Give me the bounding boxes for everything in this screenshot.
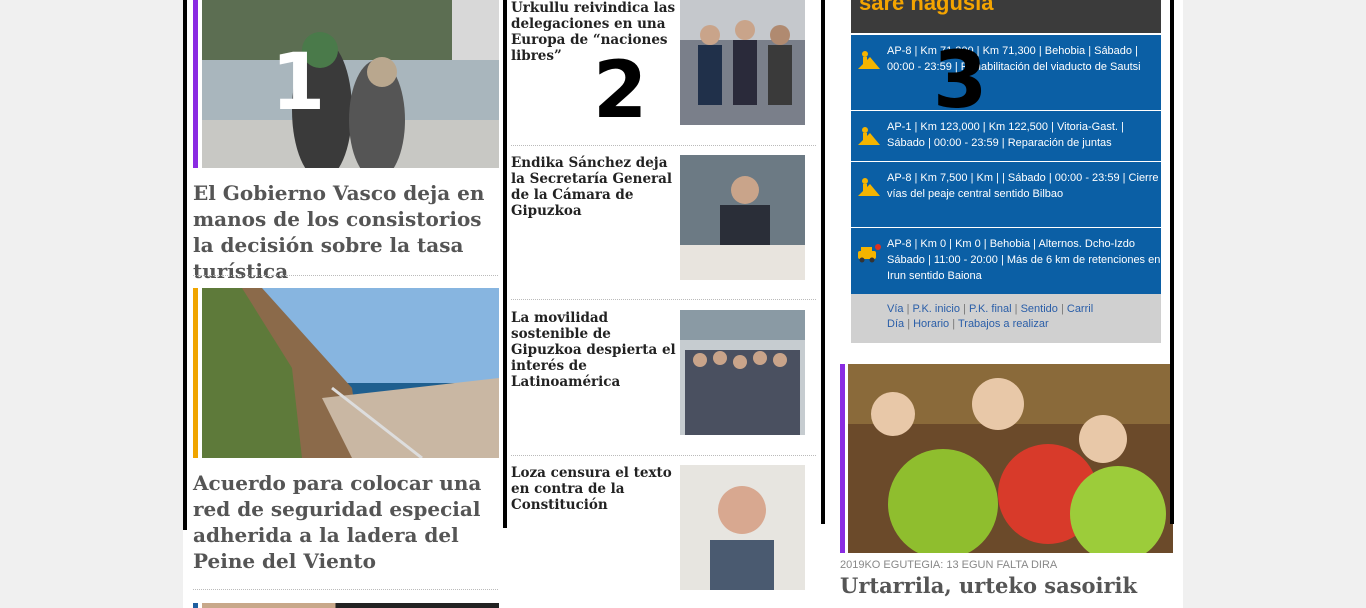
traffic-legend: Vía | P.K. inicio | P.K. final | Sentido… [851, 294, 1161, 343]
story-image-tourists[interactable] [202, 0, 499, 168]
feature-title[interactable]: Urtarrila, urteko sasoirik [840, 573, 1170, 599]
legend-carril: Carril [1066, 303, 1094, 315]
separator [193, 589, 498, 590]
accent-bar-blue [193, 603, 198, 608]
roadwork-icon [856, 125, 882, 147]
traffic-item-text: AP-8 | Km 0 | Km 0 | Behobia | Alternos.… [887, 238, 1161, 282]
traffic-item[interactable]: AP-8 | Km 71,300 | Km 71,300 | Behobia |… [851, 34, 1161, 110]
story-image-peine-del-viento[interactable] [202, 288, 499, 458]
movilidad-photo [680, 310, 805, 435]
story-image-movilidad[interactable] [680, 310, 805, 435]
middle-story-title-3[interactable]: La movilidad sostenible de Gipuzkoa desp… [511, 310, 676, 390]
caricature-illustration [848, 364, 1173, 553]
traffic-jam-icon [856, 242, 882, 264]
annotation-number-3: 3 [933, 36, 988, 126]
traffic-item-text: AP-8 | Km 7,500 | Km | | Sábado | 00:00 … [887, 172, 1159, 200]
left-story-title-2[interactable]: Acuerdo para colocar una red de segurida… [193, 470, 498, 574]
feature-image-caricature[interactable] [848, 364, 1173, 553]
separator [193, 275, 498, 276]
traffic-header: sare nagusia [851, 0, 1161, 33]
legend-via: Vía [887, 303, 904, 315]
annotation-bar [1170, 0, 1174, 524]
legend-row-1: Vía | P.K. inicio | P.K. final | Sentido… [887, 303, 1094, 315]
traffic-item[interactable]: AP-1 | Km 123,000 | Km 122,500 | Vitoria… [851, 110, 1161, 161]
middle-story-title-2[interactable]: Endika Sánchez deja la Secretaría Genera… [511, 155, 676, 219]
feature-kicker: 2019KO EGUTEGIA: 13 EGUN FALTA DIRA [840, 559, 1058, 571]
separator [511, 145, 816, 146]
annotation-number-1: 1 [271, 38, 326, 128]
cliff-photo [202, 288, 499, 458]
story-image-next[interactable] [202, 603, 499, 608]
annotation-bar [821, 0, 825, 524]
traffic-item[interactable]: AP-8 | Km 0 | Km 0 | Behobia | Alternos.… [851, 227, 1161, 294]
roadwork-icon [856, 49, 882, 71]
accent-bar-orange [193, 288, 198, 458]
urkullu-photo [680, 0, 805, 125]
annotation-number-2: 2 [593, 46, 648, 136]
endika-photo [680, 155, 805, 280]
traffic-item-text: AP-8 | Km 71,300 | Km 71,300 | Behobia |… [887, 45, 1141, 73]
accent-bar-purple [193, 0, 198, 168]
legend-sentido: Sentido [1020, 303, 1058, 315]
left-story-title-1[interactable]: El Gobierno Vasco deja en manos de los c… [193, 180, 503, 284]
story-image-urkullu[interactable] [680, 0, 805, 125]
accent-bar-purple [840, 364, 845, 553]
separator [511, 299, 816, 300]
traffic-item-text: AP-1 | Km 123,000 | Km 122,500 | Vitoria… [887, 121, 1124, 149]
story-image-endika[interactable] [680, 155, 805, 280]
legend-row-2: Día | Horario | Trabajos a realizar [887, 318, 1049, 330]
tourists-photo [202, 0, 499, 168]
roadwork-icon [856, 176, 882, 198]
legend-dia: Día [887, 318, 905, 330]
legend-pk-inicio: P.K. inicio [912, 303, 961, 315]
story-image-loza[interactable] [680, 465, 805, 590]
traffic-item[interactable]: AP-8 | Km 7,500 | Km | | Sábado | 00:00 … [851, 161, 1161, 227]
annotation-bar [183, 0, 187, 530]
loza-photo [680, 465, 805, 590]
legend-trabajos: Trabajos a realizar [957, 318, 1049, 330]
middle-story-title-4[interactable]: Loza censura el texto en contra de la Co… [511, 465, 676, 513]
legend-pk-final: P.K. final [968, 303, 1012, 315]
traffic-header-text: sare nagusia [859, 0, 994, 15]
annotation-bar [503, 0, 507, 528]
separator [511, 455, 816, 456]
legend-horario: Horario [913, 318, 950, 330]
